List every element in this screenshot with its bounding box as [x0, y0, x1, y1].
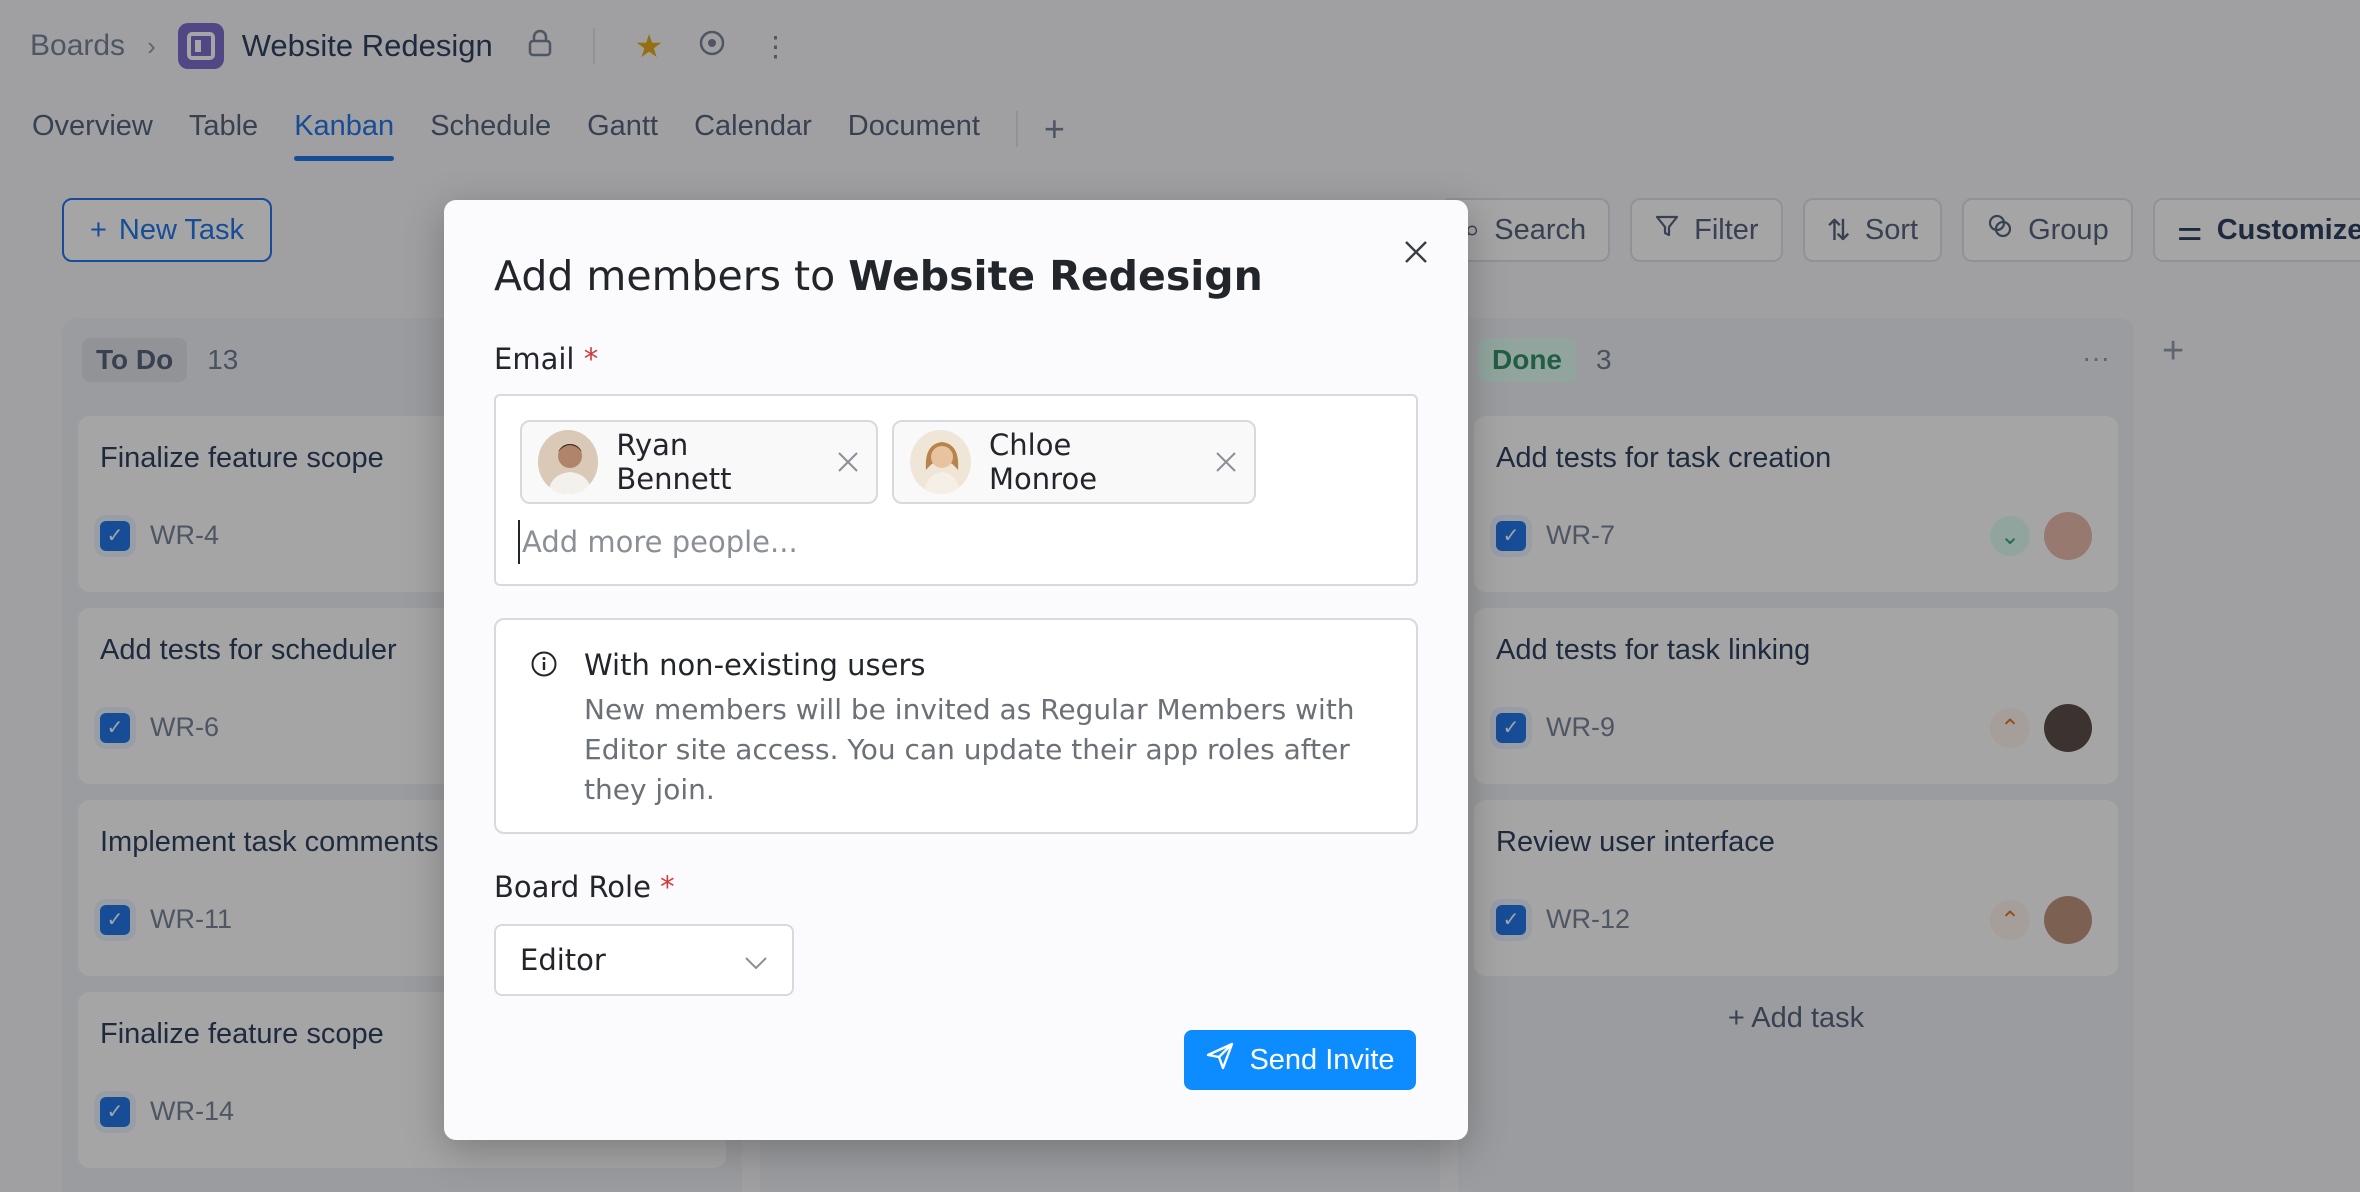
avatar — [910, 430, 972, 494]
email-label: Email * — [494, 342, 598, 376]
board-role-select[interactable]: Editor — [494, 924, 794, 996]
info-icon — [530, 650, 558, 678]
send-invite-button[interactable]: Send Invite — [1184, 1030, 1416, 1090]
required-mark: * — [583, 342, 599, 376]
remove-invitee-icon[interactable] — [835, 449, 860, 475]
board-role-label-text: Board Role — [494, 870, 651, 904]
add-people-input[interactable] — [518, 520, 1378, 564]
dialog-title: Add members to Website Redesign — [494, 252, 1263, 300]
invitee-name: Chloe Monroe — [989, 428, 1098, 496]
dialog-title-board: Website Redesign — [848, 252, 1263, 300]
add-members-dialog: Add members to Website Redesign Email * … — [444, 200, 1468, 1140]
avatar — [538, 430, 599, 494]
invitee-name: Ryan Bennett — [616, 428, 732, 496]
email-label-text: Email — [494, 342, 575, 376]
send-icon — [1205, 1041, 1235, 1079]
email-field[interactable]: Ryan Bennett Chloe Monroe — [494, 394, 1418, 586]
info-notice: With non-existing users New members will… — [494, 618, 1418, 834]
info-title: With non-existing users — [584, 648, 926, 682]
chevron-down-icon — [744, 943, 768, 977]
send-invite-label: Send Invite — [1249, 1043, 1395, 1076]
close-icon[interactable] — [1398, 234, 1434, 270]
board-role-value: Editor — [520, 943, 606, 977]
remove-invitee-icon[interactable] — [1213, 449, 1238, 475]
invitee-chip: Chloe Monroe — [892, 420, 1256, 504]
info-text: New members will be invited as Regular M… — [584, 693, 1355, 806]
required-mark: * — [660, 870, 675, 904]
board-role-label: Board Role * — [494, 870, 675, 904]
dialog-title-prefix: Add members to — [494, 252, 836, 300]
invitee-chip: Ryan Bennett — [520, 420, 878, 504]
